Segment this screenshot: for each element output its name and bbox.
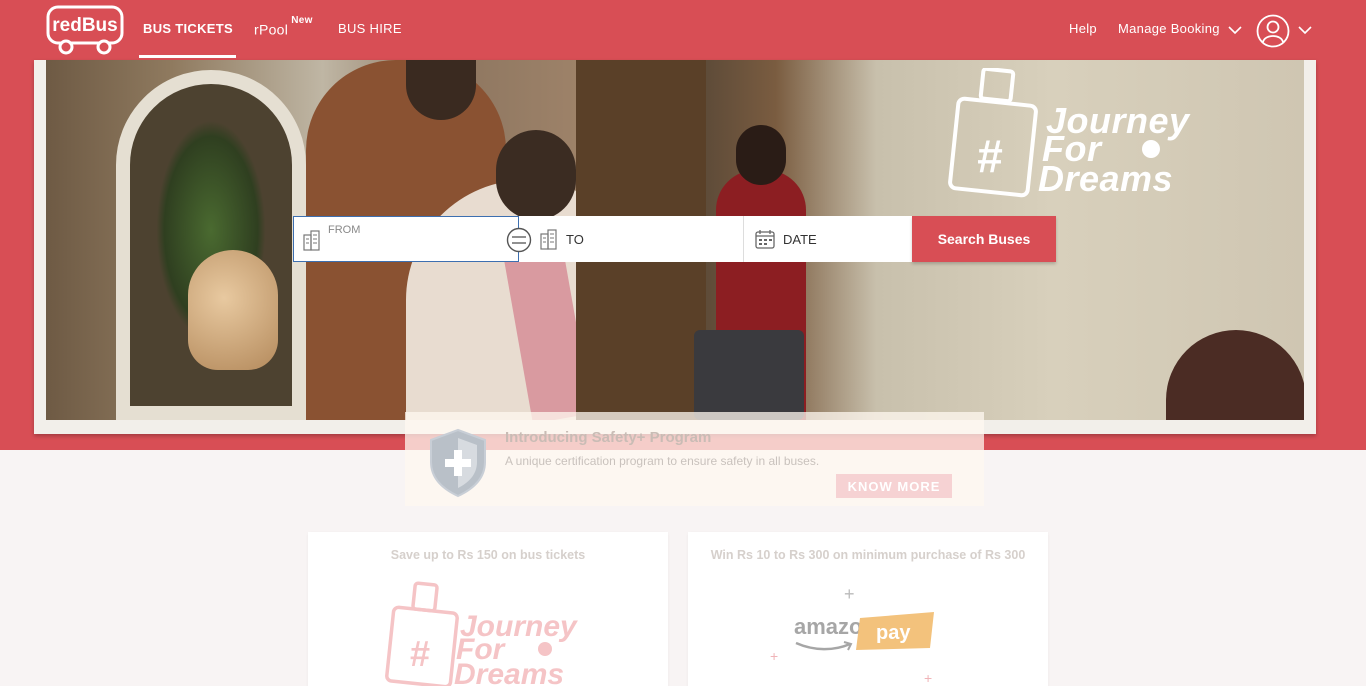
know-more-button[interactable]: KNOW MORE bbox=[836, 474, 952, 498]
journey-for-dreams-logo: # Journey For Dreams bbox=[946, 68, 1216, 200]
nav-manage-booking[interactable]: Manage Booking bbox=[1118, 21, 1220, 36]
suitcase bbox=[694, 330, 804, 420]
hash-symbol: # bbox=[977, 130, 1003, 182]
date-label: DATE bbox=[783, 232, 817, 247]
logo-text: redBus bbox=[52, 15, 117, 36]
active-tab-indicator bbox=[139, 55, 236, 58]
vase bbox=[188, 250, 278, 370]
sparkle-icon: + bbox=[770, 648, 779, 664]
offer-title: Win Rs 10 to Rs 300 on minimum purchase … bbox=[710, 548, 1026, 562]
from-field[interactable]: FROM bbox=[293, 216, 519, 262]
city-building-icon bbox=[540, 229, 557, 250]
redbus-logo[interactable]: redBus bbox=[46, 5, 124, 55]
chevron-down-icon[interactable] bbox=[1298, 20, 1312, 40]
shield-plus-icon bbox=[430, 428, 486, 498]
girl-head bbox=[736, 125, 786, 185]
safety-description: A unique certification program to ensure… bbox=[505, 454, 820, 468]
top-nav-bar: redBus BUS TICKETS rPoolNew BUS HIRE Hel… bbox=[0, 0, 1366, 60]
offer-card[interactable]: Save up to Rs 150 on bus tickets # Journ… bbox=[308, 532, 668, 686]
offer-title: Save up to Rs 150 on bus tickets bbox=[390, 548, 586, 562]
swap-cities-icon[interactable] bbox=[506, 227, 532, 253]
hash-symbol: # bbox=[410, 633, 430, 674]
suitcase-icon: # bbox=[385, 581, 459, 686]
pay-wordmark: pay bbox=[876, 622, 911, 644]
chevron-down-icon[interactable] bbox=[1228, 20, 1242, 40]
journey-for-dreams-logo: # Journey For Dreams bbox=[384, 580, 604, 686]
nav-bus-tickets[interactable]: BUS TICKETS bbox=[143, 21, 233, 36]
safety-title: Introducing Safety+ Program bbox=[505, 429, 712, 446]
suitcase-icon: # bbox=[948, 68, 1038, 198]
date-field[interactable]: DATE bbox=[744, 216, 912, 262]
to-field[interactable]: TO bbox=[519, 216, 744, 262]
new-badge: New bbox=[291, 15, 313, 26]
search-buses-button[interactable]: Search Buses bbox=[912, 216, 1056, 262]
carved-chair bbox=[1166, 330, 1304, 420]
safety-plus-banner: Introducing Safety+ Program A unique cer… bbox=[405, 412, 984, 506]
brand-line-3: Dreams bbox=[454, 658, 565, 686]
calendar-icon bbox=[755, 230, 775, 249]
nav-help[interactable]: Help bbox=[1069, 21, 1097, 36]
sparkle-icon: + bbox=[844, 584, 855, 604]
brand-dot bbox=[1142, 140, 1160, 158]
brand-dot bbox=[538, 642, 552, 656]
brand-line-3: Dreams bbox=[1038, 158, 1174, 199]
from-label: FROM bbox=[328, 224, 361, 236]
nav-rpool[interactable]: rPoolNew bbox=[254, 15, 313, 38]
offer-card[interactable]: Win Rs 10 to Rs 300 on minimum purchase … bbox=[688, 532, 1048, 686]
amazon-smile-icon bbox=[795, 641, 853, 651]
city-building-icon bbox=[303, 230, 320, 251]
nav-bus-hire[interactable]: BUS HIRE bbox=[338, 21, 402, 36]
nav-rpool-label: rPool bbox=[254, 21, 289, 38]
sparkle-icon: + bbox=[924, 670, 933, 686]
user-account-icon[interactable] bbox=[1256, 14, 1290, 48]
woman-head bbox=[496, 130, 576, 220]
to-label: TO bbox=[566, 232, 584, 247]
